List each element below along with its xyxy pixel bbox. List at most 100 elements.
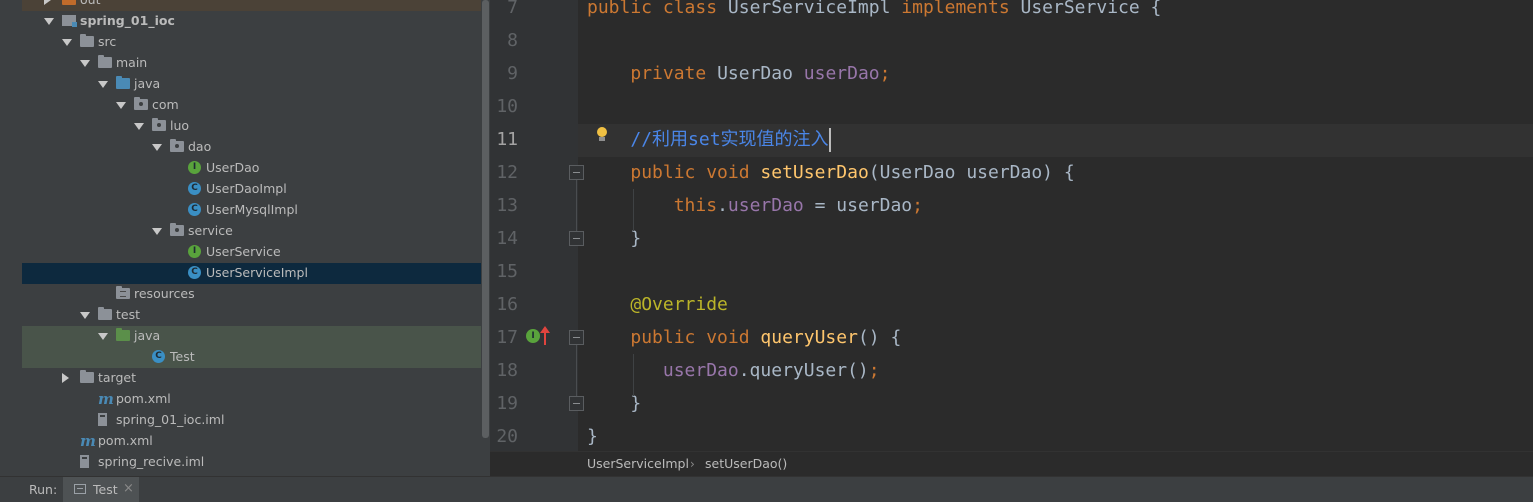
breadcrumb-method[interactable]: setUserDao() xyxy=(705,456,787,472)
tree-item-spring-01-ioc-iml[interactable]: spring_01_ioc.iml xyxy=(22,410,481,431)
source-folder-icon xyxy=(116,76,130,89)
lightbulb-part xyxy=(597,127,607,137)
tree-item-src[interactable]: src xyxy=(22,32,481,53)
tree-item-java[interactable]: java xyxy=(22,74,481,95)
code-line[interactable]: public void setUserDao(UserDao userDao) … xyxy=(587,156,1074,189)
code-line[interactable]: private UserDao userDao; xyxy=(587,57,890,90)
tree-item-spring-01-ioc[interactable]: spring_01_ioc xyxy=(22,11,481,32)
code-line[interactable]: } xyxy=(587,420,598,451)
tree-item-label: UserServiceImpl xyxy=(206,265,308,280)
tree-item-userdao[interactable]: I UserDao xyxy=(22,158,481,179)
code-line[interactable]: @Override xyxy=(587,288,728,321)
tree-item-userserviceimpl[interactable]: C UserServiceImpl xyxy=(22,263,481,284)
tree-item-label: resources xyxy=(134,286,195,301)
tree-item-service[interactable]: service xyxy=(22,221,481,242)
code-editor[interactable]: 7 8 9 10 11 12 13 14 15 16 17 18 19 20 public class U… xyxy=(490,0,1533,451)
tree-item-dao[interactable]: dao xyxy=(22,137,481,158)
close-icon[interactable]: × xyxy=(123,481,134,496)
test-source-folder-icon xyxy=(116,328,130,341)
project-tree-panel: out spring_01_iocsrc main java com luo dao I Use… xyxy=(22,0,481,476)
tree-item-label: com xyxy=(152,97,179,112)
line-number: 19 xyxy=(496,393,518,414)
chevron-down-icon[interactable] xyxy=(80,60,90,67)
fold-toggle-icon[interactable] xyxy=(569,396,584,411)
code-token: UserServiceImpl xyxy=(727,0,902,18)
package-icon xyxy=(170,139,184,152)
overrides-arrow-icon[interactable] xyxy=(540,326,550,346)
tree-item-pom-xml[interactable]: m pom.xml xyxy=(22,389,481,410)
iml-file-icon xyxy=(98,413,107,426)
tree-item-label: service xyxy=(188,223,233,238)
project-tree-scrollbar[interactable] xyxy=(481,0,490,476)
maven-icon: m xyxy=(80,432,96,450)
tree-item-pom-xml[interactable]: m pom.xml xyxy=(22,431,481,452)
class-icon: C xyxy=(188,203,201,216)
scrollbar-thumb[interactable] xyxy=(482,0,489,438)
tree-item-test[interactable]: C Test xyxy=(22,347,481,368)
code-token: } xyxy=(587,228,642,249)
line-number: 17 xyxy=(496,327,518,348)
implements-method-icon[interactable]: I xyxy=(526,329,540,343)
indent-guide xyxy=(633,354,634,396)
code-token: this xyxy=(673,195,718,216)
tree-item-label: UserDaoImpl xyxy=(206,181,287,196)
chevron-down-icon[interactable] xyxy=(116,102,126,109)
tree-item-spring-recive-iml[interactable]: spring_recive.iml xyxy=(22,452,481,473)
folder-icon xyxy=(80,34,94,47)
package-icon xyxy=(170,223,184,236)
code-token: userDao xyxy=(727,195,815,216)
indent-guide xyxy=(633,189,634,231)
tree-item-label: spring_recive.iml xyxy=(98,454,205,469)
editor-gutter: 7 8 9 10 11 12 13 14 15 16 17 18 19 20 xyxy=(490,0,578,451)
tree-item-java[interactable]: java xyxy=(22,326,481,347)
fold-toggle-icon[interactable] xyxy=(569,330,584,345)
code-line[interactable]: public class UserServiceImpl implements … xyxy=(587,0,1161,24)
breadcrumb-class[interactable]: UserServiceImpl xyxy=(587,456,689,472)
lightbulb-icon[interactable] xyxy=(594,127,610,147)
line-number: 20 xyxy=(496,426,518,447)
tree-item-main[interactable]: main xyxy=(22,53,481,74)
tree-item-target[interactable]: target xyxy=(22,368,481,389)
run-tab-test[interactable]: Test × xyxy=(63,477,139,502)
chevron-down-icon[interactable] xyxy=(152,228,162,235)
code-token: UserDao xyxy=(717,63,804,84)
chevron-down-icon[interactable] xyxy=(134,123,144,130)
tree-item-usermysqlimpl[interactable]: C UserMysqlImpl xyxy=(22,200,481,221)
line-number: 10 xyxy=(496,96,518,117)
tree-item-userservice[interactable]: I UserService xyxy=(22,242,481,263)
tree-item-label: spring_01_ioc.iml xyxy=(116,412,225,427)
tree-item-test[interactable]: test xyxy=(22,305,481,326)
tree-item-resources[interactable]: resources xyxy=(22,284,481,305)
fold-range-line xyxy=(576,345,577,396)
chevron-down-icon[interactable] xyxy=(80,312,90,319)
chevron-down-icon[interactable] xyxy=(98,81,108,88)
tree-item-userdaoimpl[interactable]: C UserDaoImpl xyxy=(22,179,481,200)
code-line[interactable]: //利用set实现值的注入 xyxy=(587,123,831,156)
code-line[interactable]: public void queryUser() { xyxy=(587,321,901,354)
fold-toggle-icon[interactable] xyxy=(569,165,584,180)
fold-toggle-icon[interactable] xyxy=(569,231,584,246)
chevron-right-icon[interactable] xyxy=(62,373,69,383)
run-config-icon xyxy=(74,484,86,494)
code-line[interactable]: this.userDao = userDao; xyxy=(587,189,923,222)
line-number: 8 xyxy=(507,30,518,51)
code-line[interactable]: userDao.queryUser(); xyxy=(587,354,880,387)
tree-item-label: test xyxy=(116,307,141,322)
tree-item-out[interactable]: out xyxy=(22,0,481,11)
code-token: public class xyxy=(587,0,728,18)
chevron-down-icon[interactable] xyxy=(44,18,54,25)
chevron-down-icon[interactable] xyxy=(62,39,72,46)
chevron-down-icon[interactable] xyxy=(98,333,108,340)
chevron-down-icon[interactable] xyxy=(152,144,162,151)
tree-item-com[interactable]: com xyxy=(22,95,481,116)
tree-item-luo[interactable]: luo xyxy=(22,116,481,137)
code-token: = userDao xyxy=(814,195,913,216)
code-token: ; xyxy=(912,195,923,216)
code-token: public void xyxy=(630,162,761,183)
line-number: 13 xyxy=(496,195,518,216)
chevron-right-icon[interactable] xyxy=(44,0,51,5)
module-icon xyxy=(62,15,77,27)
